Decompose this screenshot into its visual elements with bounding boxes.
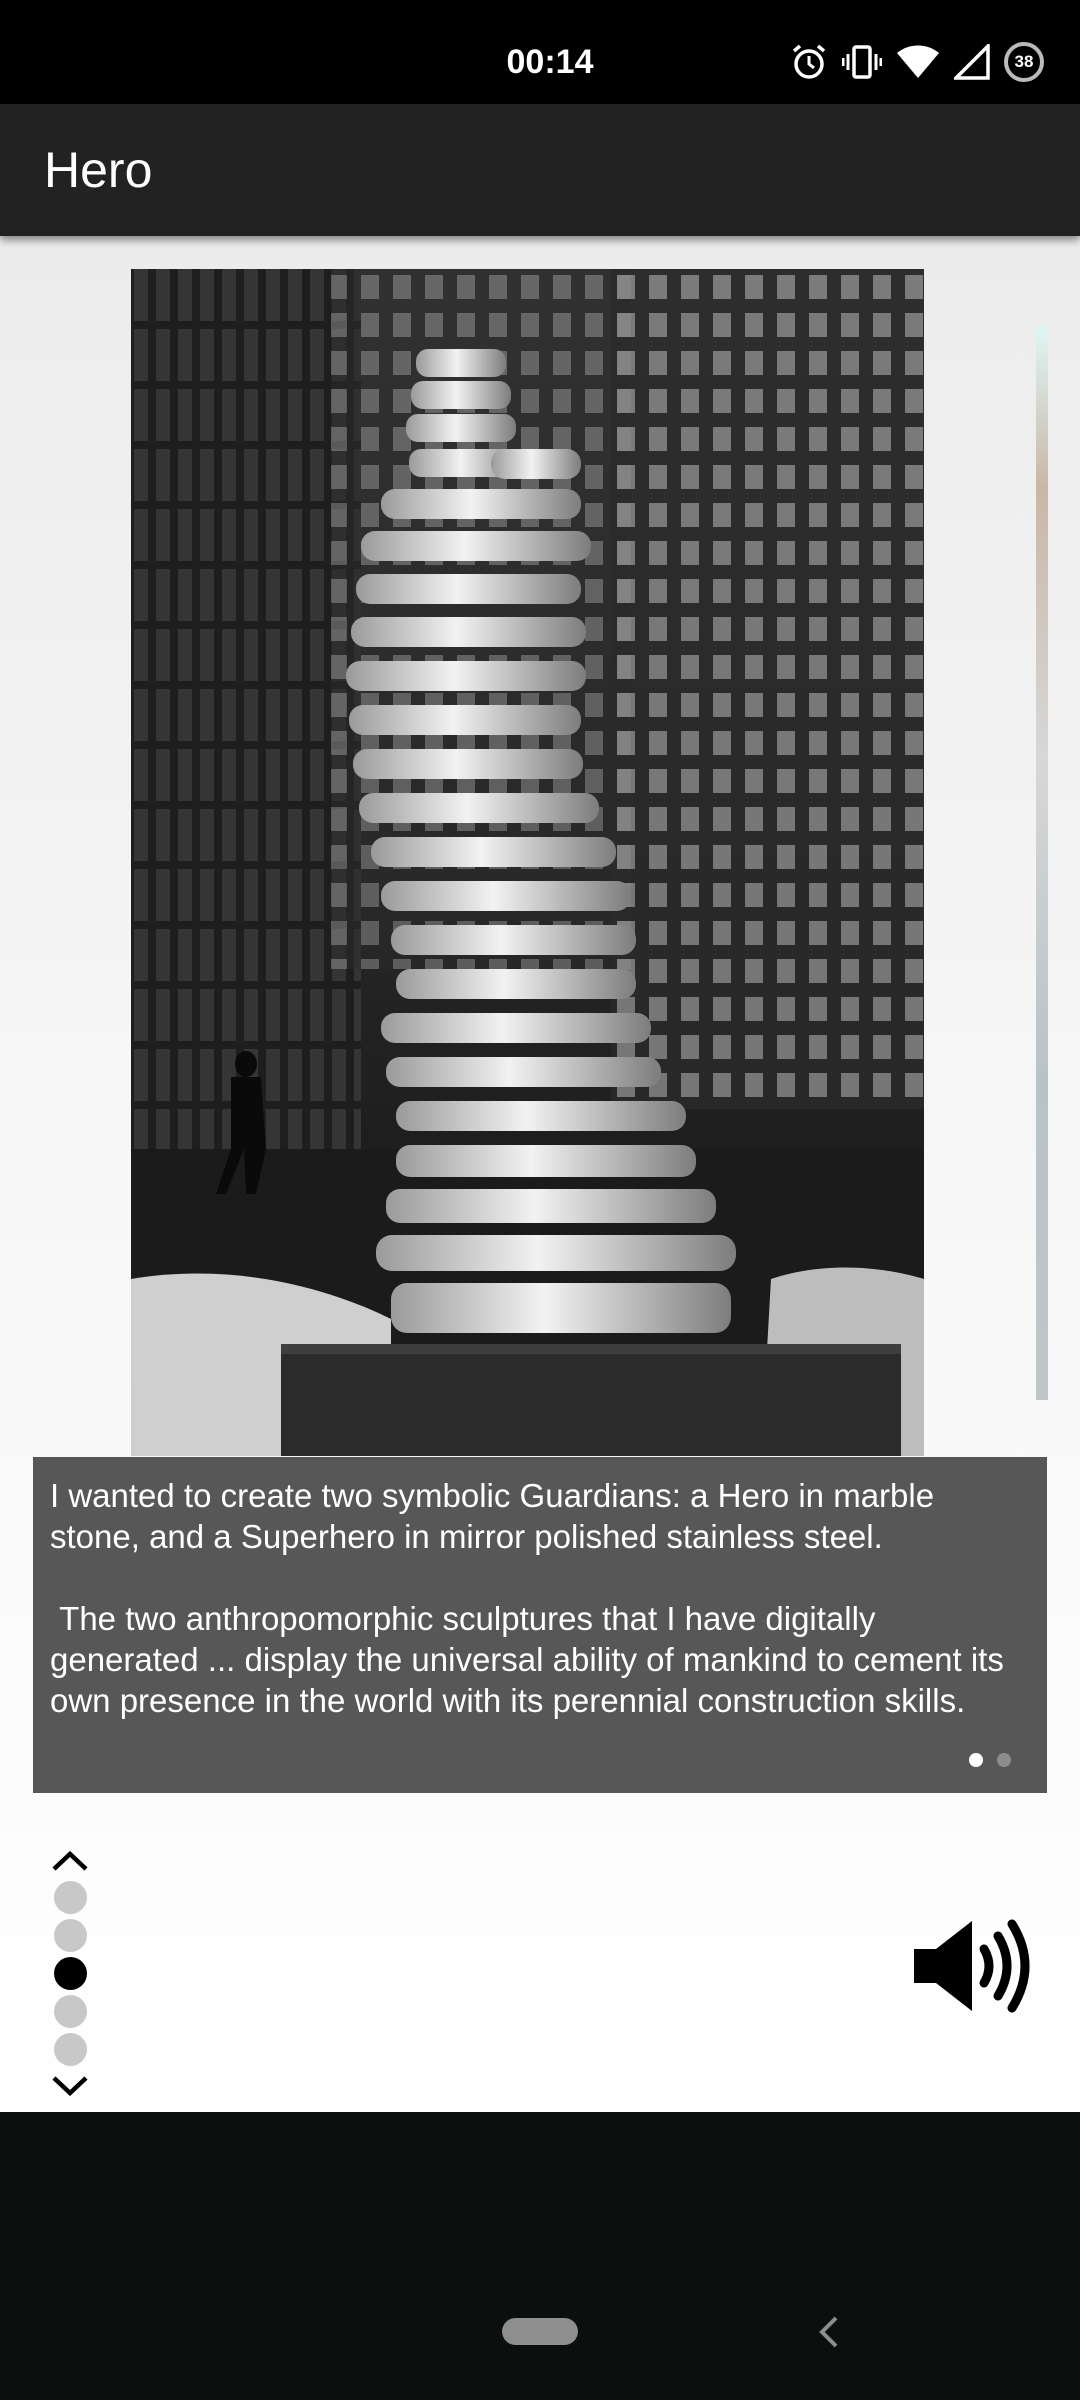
system-nav-bar: [0, 2112, 1080, 2400]
page-navigator: [50, 1846, 90, 2101]
chevron-up-icon[interactable]: [50, 1846, 90, 1876]
page-dot[interactable]: [53, 1881, 87, 1914]
caption-page-dot[interactable]: [969, 1753, 983, 1767]
battery-icon: 38: [1004, 42, 1044, 82]
vibrate-icon: [842, 45, 882, 79]
caption-panel: I wanted to create two symbolic Guardian…: [33, 1457, 1047, 1793]
caption-text: I wanted to create two symbolic Guardian…: [50, 1477, 1004, 1719]
chevron-down-icon[interactable]: [50, 2071, 90, 2101]
page-dot[interactable]: [53, 1919, 87, 1952]
home-pill[interactable]: [502, 2318, 578, 2345]
back-chevron-icon[interactable]: [812, 2312, 846, 2352]
next-photo-peek[interactable]: [1036, 326, 1048, 1400]
speaker-volume-icon[interactable]: [910, 1916, 1032, 2016]
page-dot-active[interactable]: [53, 1957, 87, 1990]
caption-page-dot[interactable]: [997, 1753, 1011, 1767]
page-dot[interactable]: [53, 1995, 87, 2028]
caption-page-indicator: [969, 1753, 1011, 1767]
content-area: I wanted to create two symbolic Guardian…: [0, 236, 1080, 2112]
page-dot[interactable]: [53, 2033, 87, 2066]
status-icons: 38: [790, 40, 1044, 84]
marble-hero-sculpture-photo[interactable]: [131, 269, 924, 1456]
app-bar: Hero: [0, 104, 1080, 236]
page-title: Hero: [44, 142, 153, 198]
signal-icon: [954, 44, 990, 80]
alarm-icon: [792, 44, 826, 79]
status-bar: 00:14 38: [0, 0, 1080, 104]
wifi-icon: [897, 45, 939, 78]
